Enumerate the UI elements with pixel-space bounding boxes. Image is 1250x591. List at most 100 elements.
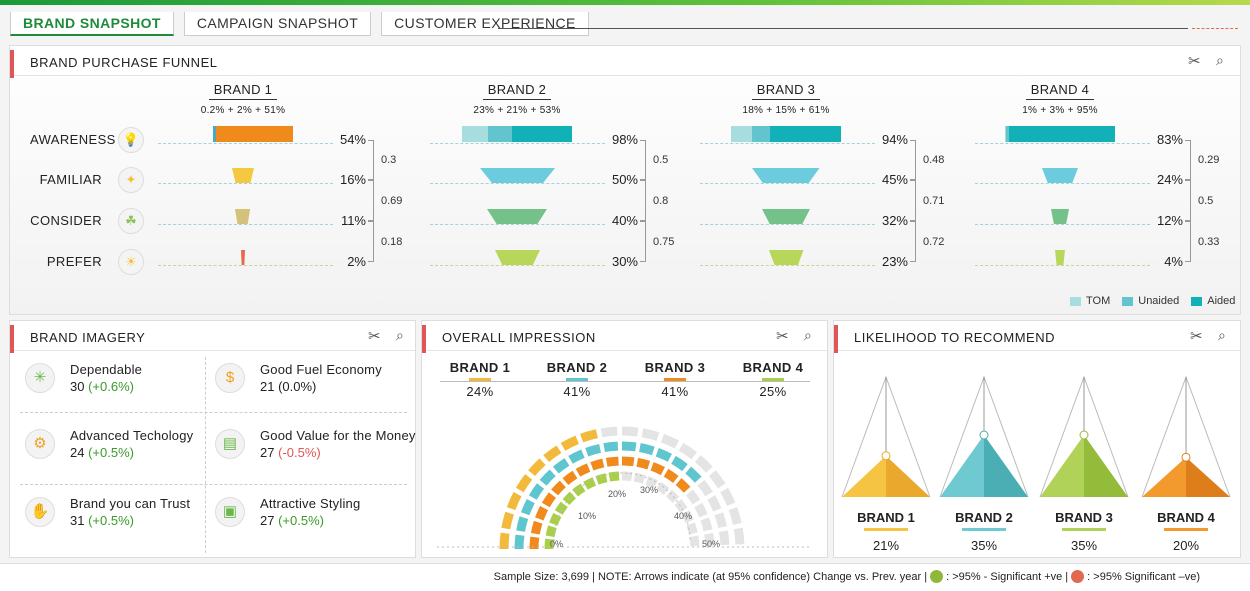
impression-brand-pct: 41% xyxy=(563,384,591,399)
tab-campaign-snapshot[interactable]: CAMPAIGN SNAPSHOT xyxy=(183,12,372,36)
tab-brand-snapshot[interactable]: BRAND SNAPSHOT xyxy=(10,12,174,36)
panel-header: OVERALL IMPRESSION ✂ ⌕ xyxy=(422,321,827,353)
legend-label-tom: TOM xyxy=(1086,295,1111,307)
gauge-segment xyxy=(621,441,637,452)
funnel-value: 24% xyxy=(1156,172,1183,187)
funnel-value: 83% xyxy=(1156,132,1183,147)
impression-brand-name: BRAND 4 xyxy=(742,360,804,375)
gauge-segment xyxy=(685,466,702,483)
recommend-marker xyxy=(979,430,989,440)
funnel-trapezoid-prefer xyxy=(768,250,804,265)
conversion-ratio: 0.71 xyxy=(923,194,945,207)
funnel-value: 4% xyxy=(1164,254,1183,269)
legend-swatch-tom xyxy=(1070,296,1081,306)
recommend-fill-right xyxy=(1186,457,1230,497)
legend-label-unaided: Unaided xyxy=(1138,295,1180,307)
brand-name: BRAND 3 xyxy=(752,82,820,100)
awareness-segment-unaided xyxy=(752,126,770,142)
tab-divider xyxy=(498,28,1188,29)
tab-customer-experience[interactable]: CUSTOMER EXPERIENCE xyxy=(381,12,589,36)
conversion-ratio: 0.5 xyxy=(1198,194,1214,207)
search-icon[interactable]: ⌕ xyxy=(396,327,404,344)
awareness-segment-unaided xyxy=(488,126,512,142)
imagery-change: (+0.6%) xyxy=(88,379,134,394)
brand-header-4: BRAND 4 1% + 3% + 95% xyxy=(1000,82,1120,116)
gauge-segment xyxy=(689,535,700,547)
recommend-marker xyxy=(1079,430,1089,440)
likelihood-to-recommend-panel: LIKELIHOOD TO RECOMMEND ✂ ⌕ BRAND 1 21% BR… xyxy=(833,320,1241,558)
imagery-value: 30 xyxy=(70,379,85,394)
gauge-segment xyxy=(506,492,522,511)
recommend-fill-right xyxy=(886,455,930,497)
panel-title: OVERALL IMPRESSION xyxy=(442,330,596,345)
conversion-bracket xyxy=(640,180,646,221)
awareness-bar xyxy=(462,126,572,142)
gauge-segment xyxy=(641,428,660,441)
fuel-coin-icon: $ xyxy=(215,363,245,393)
tab-dash-decoration xyxy=(1192,28,1238,29)
recommend-pct: 21% xyxy=(873,538,899,553)
divider xyxy=(20,484,407,485)
gauge-scale-label: 40% xyxy=(674,511,692,521)
imagery-item: Brand you can Trust 31 (+0.5%) xyxy=(70,496,200,528)
recommend-pct: 35% xyxy=(971,538,997,553)
imagery-name: Good Fuel Economy xyxy=(260,362,382,377)
gauge-segment xyxy=(685,489,701,505)
search-icon[interactable]: ⌕ xyxy=(804,327,812,344)
sun-icon: ☀ xyxy=(118,249,144,275)
brand-header-1: BRAND 1 0.2% + 2% + 51% xyxy=(183,82,303,116)
gauge-segment xyxy=(621,456,635,467)
positive-indicator-icon xyxy=(930,570,944,583)
settings-tool-icon[interactable]: ✂ xyxy=(776,327,789,345)
gauge-segment xyxy=(600,426,618,438)
funnel-trapezoid-consider xyxy=(1051,209,1069,224)
awareness-breakdown: 1% + 3% + 95% xyxy=(1022,105,1098,116)
guide-line xyxy=(430,143,605,144)
conversion-bracket xyxy=(368,221,374,262)
gauge-segment xyxy=(675,478,691,493)
positive-label: : >95% - Significant +ve | xyxy=(946,570,1069,583)
awareness-bar xyxy=(1005,126,1115,142)
imagery-value-row: 24 (+0.5%) xyxy=(70,445,200,460)
imagery-value: 24 xyxy=(70,445,85,460)
awareness-segment-tom xyxy=(462,126,489,142)
gauge-segment xyxy=(543,445,562,463)
note-text: NOTE: Arrows indicate (at 95% confidence… xyxy=(597,570,928,583)
overall-impression-panel: OVERALL IMPRESSION ✂ ⌕ BRAND 1 24% BRAND 2… xyxy=(421,320,828,558)
imagery-change: (-0.5%) xyxy=(278,445,321,460)
gauge-scale-label: 0% xyxy=(550,539,563,549)
network-icon: ✳ xyxy=(25,363,55,393)
gauge-segment xyxy=(660,433,679,449)
gauge-segment xyxy=(535,505,549,521)
gauge-segment xyxy=(545,525,557,538)
panel-accent xyxy=(10,325,14,353)
gauge-segment xyxy=(678,442,697,460)
conversion-ratio: 0.33 xyxy=(1198,235,1220,248)
settings-tool-icon[interactable]: ✂ xyxy=(1188,52,1201,70)
imagery-value: 27 xyxy=(260,513,275,528)
conversion-ratio: 0.8 xyxy=(653,194,669,207)
gauge-segment xyxy=(720,487,736,507)
funnel-trapezoid-familiar xyxy=(1042,168,1078,183)
legend-swatch-aided xyxy=(1191,296,1203,306)
settings-tool-icon[interactable]: ✂ xyxy=(368,327,381,345)
panel-header: LIKELIHOOD TO RECOMMEND ✂ ⌕ xyxy=(834,321,1240,353)
settings-tool-icon[interactable]: ✂ xyxy=(1190,327,1203,345)
conversion-ratio: 0.69 xyxy=(381,194,403,207)
legend-swatch-unaided xyxy=(1122,296,1134,306)
impression-gauge: 0%10%20% 30%40%50% xyxy=(437,426,812,550)
imagery-value-row: 31 (+0.5%) xyxy=(70,513,200,528)
awareness-segment-aided xyxy=(511,126,572,142)
imagery-item: Advanced Techology 24 (+0.5%) xyxy=(70,428,200,460)
guide-line xyxy=(158,143,333,144)
awareness-bar xyxy=(213,126,293,142)
imagery-name: Good Value for the Money xyxy=(260,428,416,443)
search-icon[interactable]: ⌕ xyxy=(1216,52,1224,69)
funnel-trapezoid-consider xyxy=(235,209,251,224)
funnel-value: 40% xyxy=(611,213,638,228)
conversion-ratio: 0.18 xyxy=(381,235,403,248)
gauge-segment xyxy=(665,489,680,503)
search-icon[interactable]: ⌕ xyxy=(1218,327,1226,344)
awareness-bar xyxy=(731,126,841,142)
gauge-segment xyxy=(697,479,713,497)
